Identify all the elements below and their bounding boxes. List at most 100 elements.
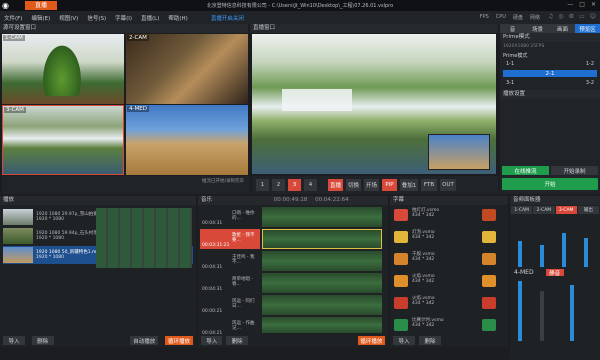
effect-thumb-icon bbox=[394, 209, 408, 221]
import-button[interactable]: 导入 bbox=[201, 336, 223, 345]
effects-list: 拍灯灯.vsmo 434 * 342 灯泡.vsmo 434 * 342 千般.vs… bbox=[390, 205, 508, 347]
mixer-channel-output[interactable]: 输出 bbox=[577, 206, 599, 214]
layout-2-1[interactable]: 2-1 bbox=[503, 70, 597, 77]
promo-link[interactable]: 直播开启关闭 bbox=[211, 14, 244, 22]
cam-label: 2-CAM bbox=[127, 35, 149, 41]
source-cam-1[interactable]: 1-CAM bbox=[2, 34, 124, 104]
fader-group bbox=[510, 217, 600, 267]
cut-button[interactable]: 切换 bbox=[346, 179, 361, 191]
list-item[interactable]: 千般.vsmo 434 * 342 bbox=[412, 252, 435, 262]
monitor-icon[interactable]: ▭ bbox=[579, 13, 585, 20]
out-button[interactable]: OUT bbox=[440, 179, 456, 191]
list-item[interactable]: 歌星 - 我不要... 00:03:31:21 bbox=[200, 229, 260, 249]
ftb-button[interactable]: FTB bbox=[421, 179, 437, 191]
list-item[interactable]: 风运 - 阿们日... 00:00:21 bbox=[200, 295, 260, 315]
menu-bar: 文件(F) 编辑(E) 视图(V) 信号(S) 字幕(I) 直播(L) 帮助(H… bbox=[0, 11, 600, 24]
scene-4-button[interactable]: 4 bbox=[304, 179, 317, 191]
track-duration: 00:04:31 bbox=[202, 221, 223, 226]
sources-header: 源可设置窗口 bbox=[0, 24, 248, 33]
channel-fader[interactable] bbox=[562, 233, 566, 267]
list-item[interactable]: 风运 - 作曲记... 00:04:21 bbox=[200, 317, 260, 336]
list-item[interactable]: 灯泡.vsmo 434 * 342 bbox=[412, 230, 435, 240]
menu-edit[interactable]: 编辑(E) bbox=[31, 14, 50, 22]
menu-signal[interactable]: 信号(S) bbox=[87, 14, 106, 22]
menu-view[interactable]: 视图(V) bbox=[59, 14, 78, 22]
tab-preview[interactable]: 预览区 bbox=[575, 24, 600, 33]
effect-preview-icon bbox=[482, 231, 496, 243]
headphone-icon[interactable]: ♫ bbox=[548, 13, 553, 20]
loop-play-button[interactable]: 循环播放 bbox=[357, 336, 385, 345]
live-stream-button[interactable]: 在线推流 bbox=[502, 166, 549, 175]
mixer-channel-2[interactable]: 2-CAM bbox=[533, 206, 555, 214]
effect-preview-icon bbox=[482, 297, 496, 309]
waveform bbox=[262, 207, 382, 227]
delete-button[interactable]: 删除 bbox=[31, 336, 54, 345]
source-cam-2[interactable]: 2-CAM bbox=[126, 34, 248, 104]
list-item[interactable]: 火焰.vsmo 434 * 342 bbox=[412, 274, 435, 284]
auto-button[interactable]: 开场 bbox=[364, 179, 379, 191]
list-item[interactable]: 王佳鸣 - 我不... 00:04:31 bbox=[200, 251, 260, 271]
disk-indicator: 硬盘 bbox=[512, 15, 523, 21]
program-preview[interactable] bbox=[252, 34, 496, 174]
import-button[interactable]: 导入 bbox=[3, 336, 25, 345]
list-item[interactable]: 简单地唱 - 春... 00:04:31 bbox=[200, 273, 260, 293]
gear-icon[interactable]: ⚙ bbox=[569, 13, 574, 20]
tab-picture[interactable]: 画面 bbox=[550, 24, 575, 33]
list-item[interactable]: 火焰.vsmo 434 * 342 bbox=[412, 296, 435, 306]
input-fader[interactable] bbox=[540, 291, 544, 341]
start-button[interactable]: 开始 bbox=[502, 178, 598, 190]
auto-play-button[interactable]: 自动播放 bbox=[130, 336, 159, 345]
loop-play-button[interactable]: 循环播放 bbox=[164, 336, 193, 345]
track-name: 风运 - 阿们日... bbox=[232, 299, 255, 309]
list-item[interactable]: 比赛计时.vsmo 434 * 342 bbox=[412, 318, 444, 328]
track-duration: 00:04:31 bbox=[202, 287, 223, 292]
import-button[interactable]: 导入 bbox=[393, 336, 415, 345]
scene-3-button[interactable]: 3 bbox=[288, 179, 301, 191]
channel-4-fader[interactable] bbox=[518, 281, 522, 341]
effect-size: 434 * 342 bbox=[412, 235, 435, 240]
maximize-icon[interactable]: □ bbox=[579, 1, 585, 8]
scene-2-button[interactable]: 2 bbox=[272, 179, 285, 191]
audio-header: 音乐 00:00:49:18 00:04:22:64 bbox=[198, 196, 388, 205]
mixer-channel-1[interactable]: 1-CAM bbox=[511, 206, 533, 214]
list-item[interactable]: 拍灯灯.vsmo 434 * 342 bbox=[412, 208, 439, 218]
mute-button[interactable]: 静音 bbox=[545, 269, 564, 277]
delete-button[interactable]: 删除 bbox=[419, 336, 441, 345]
mixer-channel-3[interactable]: 3-CAM bbox=[555, 206, 577, 214]
menu-help[interactable]: 帮助(H) bbox=[168, 14, 187, 22]
audio-time-current: 00:04:22:64 bbox=[315, 197, 349, 203]
layout-3-2[interactable]: 3-2 bbox=[586, 80, 594, 86]
layout-3-1[interactable]: 3-1 bbox=[506, 80, 514, 86]
delete-button[interactable]: 删除 bbox=[226, 336, 248, 345]
layout-1-2[interactable]: 1-2 bbox=[586, 61, 594, 67]
clip-thumbnail bbox=[3, 209, 33, 225]
pip-button[interactable]: PIP bbox=[382, 179, 397, 191]
media-timeline[interactable] bbox=[96, 208, 192, 268]
record-button[interactable]: 开始录制 bbox=[551, 166, 598, 175]
tab-scene[interactable]: 场景 bbox=[525, 24, 550, 33]
take-button[interactable]: 直播 bbox=[328, 179, 343, 191]
track-name: 简单地唱 - 春... bbox=[232, 277, 254, 287]
channel-fader[interactable] bbox=[584, 238, 588, 267]
source-cam-4[interactable]: 4-MED bbox=[126, 105, 248, 175]
layout-1-1[interactable]: 1-1 bbox=[506, 61, 514, 67]
pip-overlay[interactable] bbox=[428, 134, 490, 170]
close-icon[interactable]: ✕ bbox=[591, 1, 596, 8]
user-icon[interactable]: ☺ bbox=[590, 13, 596, 20]
menu-caption[interactable]: 字幕(I) bbox=[115, 14, 132, 22]
track-name: 风运 - 作曲记... bbox=[232, 321, 255, 331]
channel-fader[interactable] bbox=[540, 245, 544, 267]
net-indicator: 网络 bbox=[529, 15, 540, 21]
list-item[interactable]: 口哨 - 唯你的... 00:04:31 bbox=[200, 207, 260, 227]
scene-1-button[interactable]: 1 bbox=[256, 179, 269, 191]
source-cam-3[interactable]: 3-CAM bbox=[2, 105, 124, 175]
settings-panel: 音 场景 画面 预览区 Prime模式 1920X1080 25FPS Prim… bbox=[500, 24, 600, 194]
channel-fader[interactable] bbox=[518, 241, 522, 267]
camera-icon[interactable]: ◎ bbox=[558, 13, 563, 20]
menu-file[interactable]: 文件(F) bbox=[4, 14, 22, 22]
minimize-icon[interactable]: — bbox=[567, 1, 573, 8]
output-fader[interactable] bbox=[570, 285, 574, 341]
tab-audio[interactable]: 音 bbox=[500, 24, 525, 33]
menu-live[interactable]: 直播(L) bbox=[141, 14, 159, 22]
overlay-button[interactable]: 叠加1 bbox=[400, 179, 418, 191]
